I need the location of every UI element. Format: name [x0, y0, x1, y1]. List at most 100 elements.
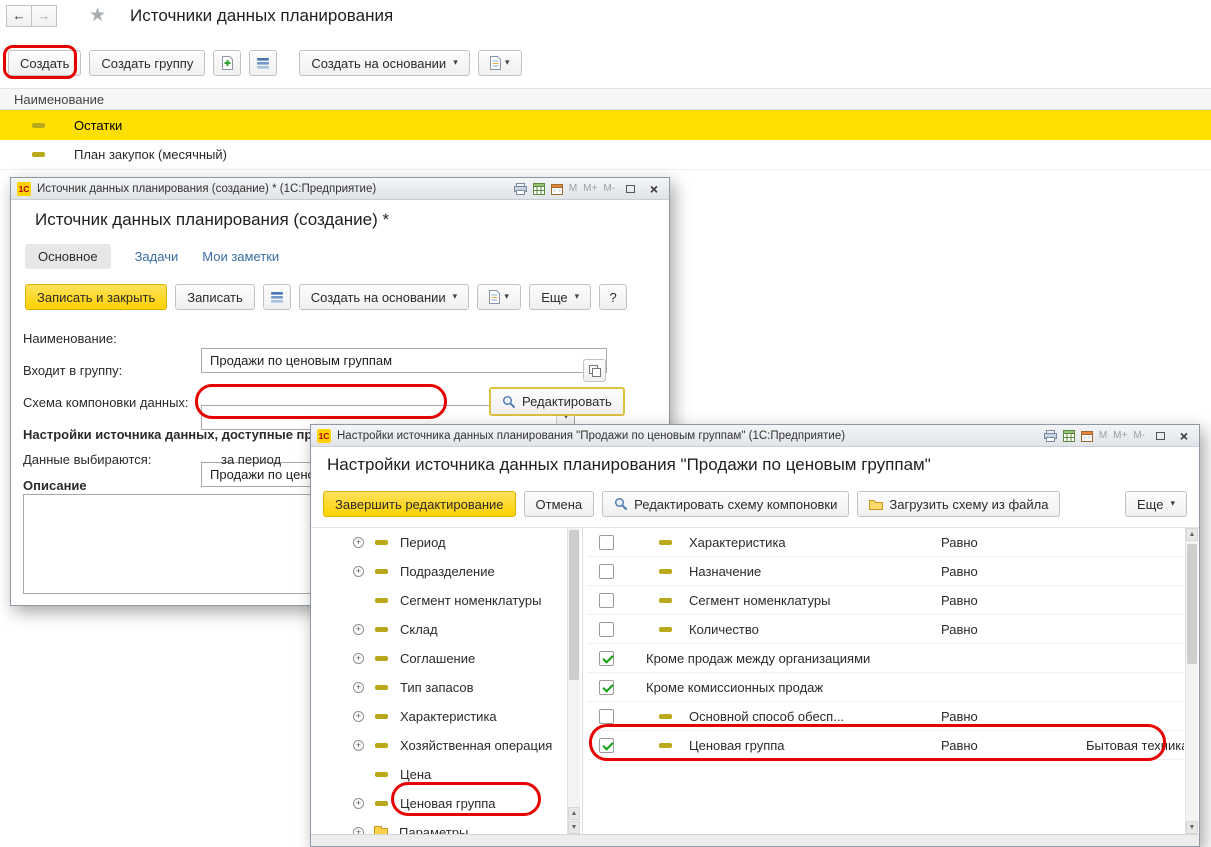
tree-item-parameters[interactable]: +Параметры [311, 818, 567, 834]
maximize-button[interactable] [621, 181, 639, 197]
checkbox[interactable] [599, 680, 614, 695]
cancel-button[interactable]: Отмена [524, 491, 595, 517]
save-label: Записать [187, 290, 243, 305]
forward-button[interactable]: → [31, 5, 57, 27]
maximize-button[interactable] [1151, 428, 1169, 444]
scroll-up-icon[interactable]: ▲ [568, 807, 580, 820]
expand-icon[interactable]: + [353, 624, 364, 635]
scroll-down-icon[interactable]: ▼ [568, 821, 580, 834]
tree-item[interactable]: +Соглашение [311, 644, 567, 673]
column-header-name[interactable]: Наименование [0, 88, 1211, 110]
expand-icon[interactable]: + [353, 682, 364, 693]
save-button[interactable]: Записать [175, 284, 255, 310]
main-topbar: ← → ★ Источники данных планирования [6, 4, 393, 27]
list-settings-button[interactable] [263, 284, 291, 310]
memory-mplus-button[interactable]: M+ [583, 183, 597, 194]
description-textarea[interactable] [23, 494, 311, 594]
condition-row[interactable]: Количество Равно [587, 615, 1184, 644]
scroll-down-icon[interactable]: ▼ [1186, 821, 1198, 834]
panel-splitter[interactable] [582, 528, 583, 834]
edit-schema-button[interactable]: Редактировать [489, 387, 625, 416]
name-field[interactable]: Продажи по ценовым группам [201, 348, 607, 373]
create-based-on-button[interactable]: Создать на основании ▾ [299, 50, 469, 76]
condition-row[interactable]: Основной способ обесп... Равно [587, 702, 1184, 731]
memory-mminus-button[interactable]: M- [603, 183, 615, 194]
horizontal-scrollbar[interactable] [311, 834, 1199, 846]
memory-m-button[interactable]: M [569, 183, 577, 194]
close-button[interactable]: × [645, 181, 663, 197]
condition-label: Кроме комиссионных продаж [646, 680, 823, 695]
tree-scrollbar[interactable]: ▲ ▼ [567, 528, 580, 834]
condition-row[interactable]: Кроме продаж между организациями [587, 644, 1184, 673]
tree-item[interactable]: Цена [311, 760, 567, 789]
memory-m-button[interactable]: M [1099, 430, 1107, 441]
checkbox[interactable] [599, 738, 614, 753]
table-row[interactable]: План закупок (месячный) [0, 140, 1211, 170]
tree-item[interactable]: +Тип запасов [311, 673, 567, 702]
conditions-scrollbar[interactable]: ▲ ▼ [1185, 528, 1198, 834]
checkbox[interactable] [599, 535, 614, 550]
favorites-star-icon[interactable]: ★ [89, 4, 106, 27]
back-button[interactable]: ← [6, 5, 32, 27]
more-button[interactable]: Еще ▾ [529, 284, 591, 310]
copy-item-button[interactable] [213, 50, 241, 76]
help-button[interactable]: ? [599, 284, 627, 310]
calendar-icon[interactable] [551, 183, 563, 195]
expand-icon[interactable]: + [353, 798, 364, 809]
checkbox[interactable] [599, 651, 614, 666]
checkbox[interactable] [599, 622, 614, 637]
scrollbar-thumb[interactable] [569, 530, 579, 680]
memory-mminus-button[interactable]: M- [1133, 430, 1145, 441]
create-based-on-button[interactable]: Создать на основании ▾ [299, 284, 469, 310]
create-button[interactable]: Создать [8, 50, 81, 76]
tree-item-price-group[interactable]: + Ценовая группа [311, 789, 567, 818]
print-icon[interactable] [1044, 430, 1057, 442]
expand-icon[interactable]: + [353, 653, 364, 664]
tree-item[interactable]: +Хозяйственная операция [311, 731, 567, 760]
expand-icon[interactable]: + [353, 740, 364, 751]
scrollbar-thumb[interactable] [1187, 544, 1197, 664]
condition-row[interactable]: Кроме комиссионных продаж [587, 673, 1184, 702]
close-button[interactable]: × [1175, 428, 1193, 444]
expand-icon[interactable]: + [353, 566, 364, 577]
finish-editing-button[interactable]: Завершить редактирование [323, 491, 516, 517]
condition-row-price-group[interactable]: Ценовая группа Равно Бытовая техника [587, 731, 1184, 760]
expand-icon[interactable]: + [353, 827, 364, 834]
document-menu-button[interactable]: ▾ [478, 50, 522, 76]
load-schema-button[interactable]: Загрузить схему из файла [857, 491, 1060, 517]
save-close-button[interactable]: Записать и закрыть [25, 284, 167, 310]
tab-main[interactable]: Основное [25, 244, 111, 269]
tree-item[interactable]: Сегмент номенклатуры [311, 586, 567, 615]
tree-item[interactable]: +Склад [311, 615, 567, 644]
table-icon[interactable] [1063, 430, 1075, 442]
more-button[interactable]: Еще ▾ [1125, 491, 1187, 517]
table-row[interactable]: Остатки [0, 110, 1211, 140]
tree-item[interactable]: +Подразделение [311, 557, 567, 586]
dialog-toolbar: Завершить редактирование Отмена Редактир… [323, 491, 1187, 517]
print-icon[interactable] [514, 183, 527, 195]
calendar-icon[interactable] [1081, 430, 1093, 442]
tab-notes[interactable]: Мои заметки [202, 249, 279, 264]
tree-item[interactable]: +Характеристика [311, 702, 567, 731]
create-group-button[interactable]: Создать группу [89, 50, 205, 76]
checkbox[interactable] [599, 593, 614, 608]
condition-row[interactable]: Характеристика Равно [587, 528, 1184, 557]
group-open-button[interactable] [583, 359, 606, 382]
dialog-toolbar: Записать и закрыть Записать Создать на о… [25, 284, 627, 310]
memory-mplus-button[interactable]: M+ [1113, 430, 1127, 441]
condition-row[interactable]: Сегмент номенклатуры Равно [587, 586, 1184, 615]
list-settings-button[interactable] [249, 50, 277, 76]
scroll-up-icon[interactable]: ▲ [1186, 528, 1198, 541]
document-menu-button[interactable]: ▾ [477, 284, 521, 310]
checkbox[interactable] [599, 709, 614, 724]
tree-item[interactable]: +Период [311, 528, 567, 557]
condition-row[interactable]: Назначение Равно [587, 557, 1184, 586]
expand-icon[interactable]: + [353, 537, 364, 548]
checkbox[interactable] [599, 564, 614, 579]
tree-item-label: Ценовая группа [400, 796, 496, 811]
folder-open-icon [869, 498, 883, 510]
table-icon[interactable] [533, 183, 545, 195]
expand-icon[interactable]: + [353, 711, 364, 722]
edit-composition-schema-button[interactable]: Редактировать схему компоновки [602, 491, 849, 517]
tab-tasks[interactable]: Задачи [135, 249, 179, 264]
